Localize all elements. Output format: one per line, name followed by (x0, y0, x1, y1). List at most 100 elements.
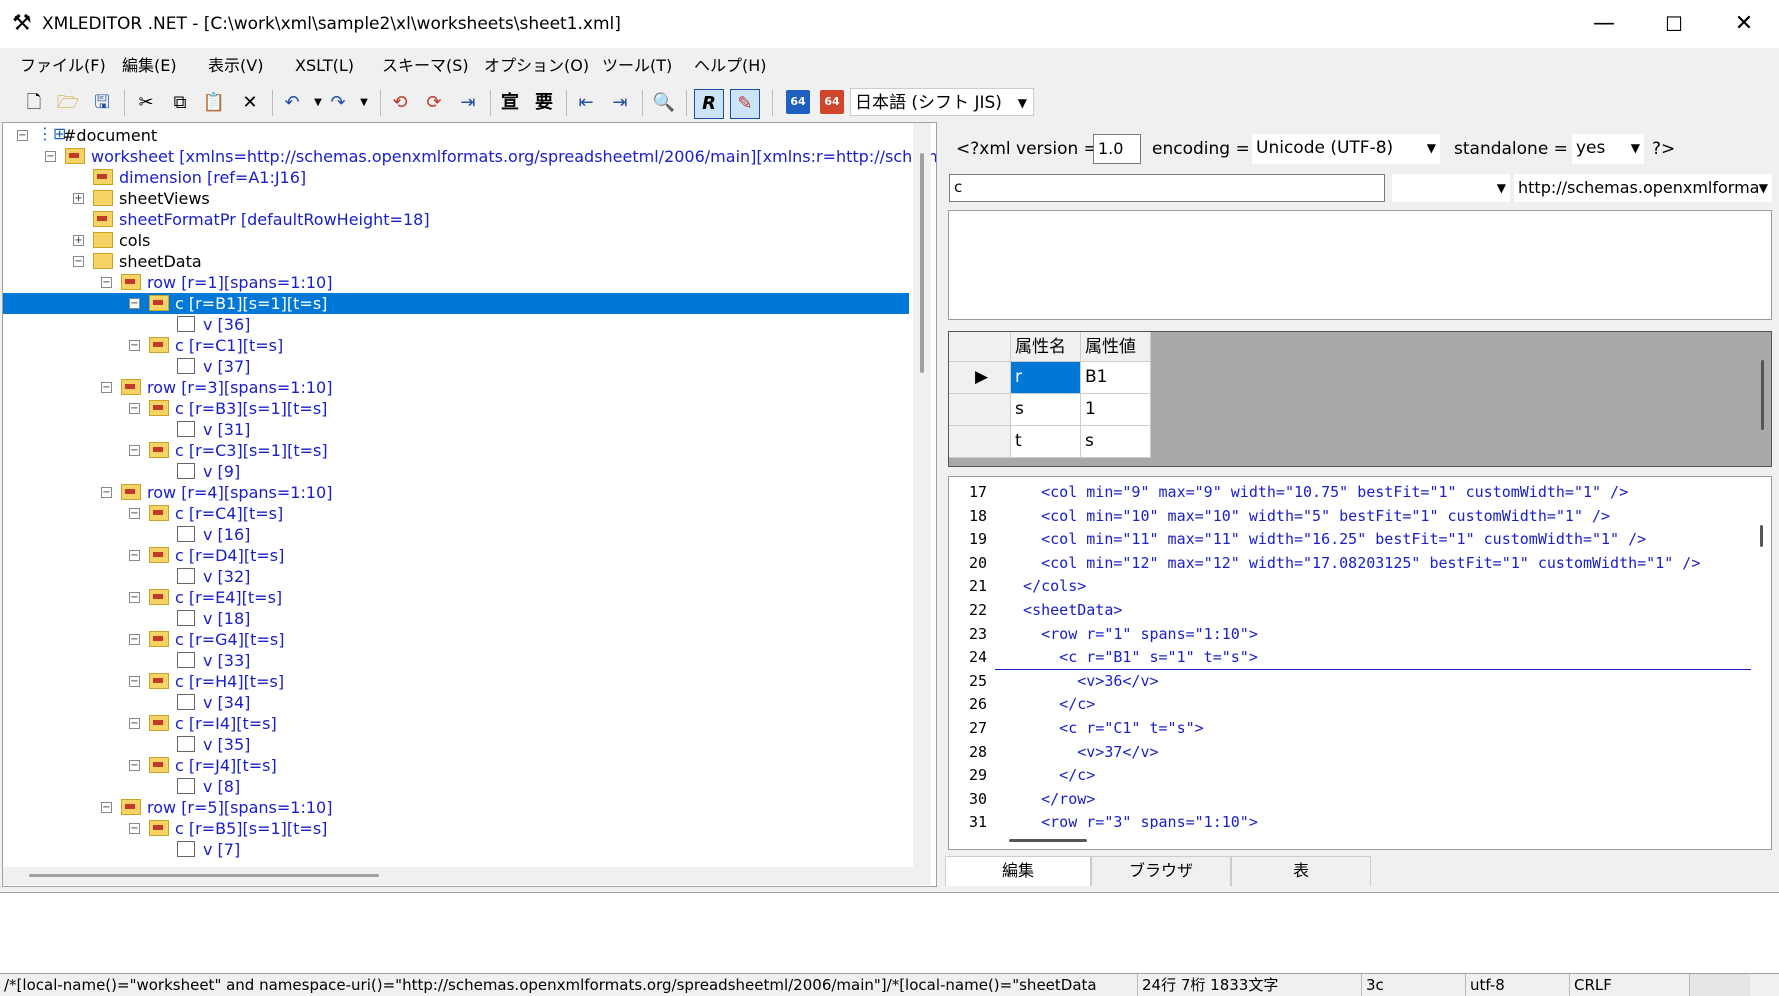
redo-dropdown-icon[interactable]: ▼ (350, 89, 378, 117)
validate-icon[interactable]: ⇥ (454, 89, 482, 117)
tree-node[interactable]: − c [r=E4][t=s] (3, 587, 909, 608)
tab-table[interactable]: 表 (1231, 856, 1371, 886)
code-line[interactable]: </c> (1005, 695, 1095, 713)
attr-name-cell[interactable]: r (1011, 362, 1081, 394)
open-folder-icon[interactable]: 🗁 (54, 89, 82, 117)
tree-node[interactable]: − row [r=3][spans=1:10] (3, 377, 909, 398)
redo-icon[interactable]: ↷ (324, 89, 352, 117)
minimize-button[interactable]: — (1569, 0, 1639, 48)
tree-vertical-scrollbar[interactable] (913, 123, 931, 867)
menu-tools[interactable]: ツール(T) (602, 54, 672, 78)
editor-hscroll-thumb[interactable] (1009, 839, 1087, 842)
code-line[interactable]: <row r="1" spans="1:10"> (1005, 625, 1258, 643)
tree-node[interactable]: + cols (3, 230, 909, 251)
base64-decode-icon[interactable]: 64 (820, 90, 844, 114)
new-file-icon[interactable]: 🗋 (20, 89, 48, 117)
collapse-icon[interactable]: − (73, 256, 84, 267)
close-button[interactable]: ✕ (1709, 0, 1779, 48)
find-icon[interactable]: 🔍 (650, 89, 678, 117)
attr-value-cell[interactable]: B1 (1081, 362, 1151, 394)
undo-icon[interactable]: ↶ (278, 89, 306, 117)
collapse-icon[interactable]: − (129, 298, 140, 309)
code-line[interactable]: <v>37</v> (1005, 743, 1158, 761)
tree-node[interactable]: sheetFormatPr [defaultRowHeight=18] (3, 209, 909, 230)
attr-value-header[interactable]: 属性値 (1081, 332, 1151, 362)
code-line[interactable]: </row> (1005, 790, 1095, 808)
collapse-icon[interactable]: − (129, 508, 140, 519)
tree-node[interactable]: − c [r=D4][t=s] (3, 545, 909, 566)
tree-node[interactable]: − row [r=5][spans=1:10] (3, 797, 909, 818)
collapse-icon[interactable]: − (101, 382, 112, 393)
tree-node[interactable]: v [34] (3, 692, 909, 713)
menu-xslt[interactable]: XSLT(L) (295, 54, 354, 78)
grid-scrollbar[interactable] (1755, 332, 1771, 466)
code-line[interactable]: <v>36</v> (1005, 672, 1158, 690)
delete-icon[interactable]: ✕ (236, 89, 264, 117)
tree-node[interactable]: − c [r=B1][s=1][t=s] (3, 293, 909, 314)
menu-help[interactable]: ヘルプ(H) (694, 54, 767, 78)
tab-browser[interactable]: ブラウザ (1091, 856, 1231, 886)
tree-node[interactable]: − ⋮⊞ #document (3, 125, 909, 146)
collapse-icon[interactable]: − (129, 403, 140, 414)
copy-icon[interactable]: ⧉ (166, 89, 194, 117)
menu-edit[interactable]: 編集(E) (122, 54, 177, 78)
tree-node[interactable]: v [31] (3, 419, 909, 440)
code-line[interactable]: <col min="11" max="11" width="16.25" bes… (1005, 530, 1646, 548)
save-icon[interactable]: 🖫 (88, 89, 116, 117)
row-header[interactable] (949, 394, 1011, 426)
collapse-icon[interactable]: − (101, 802, 112, 813)
tree-scroll-thumb[interactable] (920, 153, 924, 373)
tree-node[interactable]: − row [r=1][spans=1:10] (3, 272, 909, 293)
node-name-input[interactable]: c (949, 174, 1385, 202)
attr-value-cell[interactable]: 1 (1081, 394, 1151, 426)
expand-icon[interactable]: + (73, 235, 84, 246)
menu-view[interactable]: 表示(V) (208, 54, 263, 78)
transform-icon[interactable]: ⟲ (386, 89, 414, 117)
prefix-select[interactable]: ▼ (1392, 174, 1510, 202)
tree-node[interactable]: − c [r=B3][s=1][t=s] (3, 398, 909, 419)
maximize-button[interactable]: ☐ (1639, 0, 1709, 48)
editor-scroll-thumb[interactable] (1760, 525, 1763, 547)
row-header[interactable] (949, 426, 1011, 458)
collapse-icon[interactable]: − (45, 151, 56, 162)
tree-node[interactable]: + sheetViews (3, 188, 909, 209)
xml-encoding-select[interactable]: Unicode (UTF-8) ▼ (1252, 134, 1440, 164)
base64-encode-icon[interactable]: 64 (786, 90, 810, 114)
script-icon[interactable]: ✎ (730, 89, 760, 119)
attr-name-cell[interactable]: s (1011, 394, 1081, 426)
code-line[interactable]: <col min="9" max="9" width="10.75" bestF… (1005, 483, 1628, 501)
tree-node[interactable]: − worksheet [xmlns=http://schemas.openxml… (3, 146, 936, 167)
collapse-icon[interactable]: − (129, 676, 140, 687)
collapse-icon[interactable]: − (129, 823, 140, 834)
tree-node[interactable]: − c [r=C3][s=1][t=s] (3, 440, 909, 461)
cut-icon[interactable]: ✂ (132, 89, 160, 117)
tree-horizontal-scrollbar[interactable] (3, 867, 931, 885)
encoding-select[interactable]: 日本語 (シフト JIS) ▼ (850, 88, 1034, 116)
standalone-select[interactable]: yes ▼ (1572, 134, 1644, 164)
tree-node[interactable]: − c [r=I4][t=s] (3, 713, 909, 734)
code-line[interactable]: <col min="10" max="10" width="5" bestFit… (1005, 507, 1610, 525)
collapse-icon[interactable]: − (129, 550, 140, 561)
expand-icon[interactable]: + (73, 193, 84, 204)
tree-node[interactable]: v [18] (3, 608, 909, 629)
tree-node[interactable]: − c [r=C1][t=s] (3, 335, 909, 356)
tab-edit[interactable]: 編集 (945, 856, 1091, 886)
collapse-icon[interactable]: − (101, 487, 112, 498)
menu-schema[interactable]: スキーマ(S) (382, 54, 469, 78)
attribute-grid[interactable]: 属性名 属性値 ▶ r B1 s 1 t s (948, 331, 1772, 467)
code-line[interactable]: </cols> (1005, 577, 1086, 595)
tree-node[interactable]: − c [r=B5][s=1][t=s] (3, 818, 909, 839)
namespace-select[interactable]: http://schemas.openxmlforma ▼ (1514, 174, 1772, 202)
tree-node[interactable]: v [33] (3, 650, 909, 671)
code-line[interactable]: <col min="12" max="12" width="17.0820312… (1005, 554, 1700, 572)
tree-node[interactable]: v [37] (3, 356, 909, 377)
node-text-area[interactable] (948, 210, 1772, 320)
tree-node[interactable]: − c [r=G4][t=s] (3, 629, 909, 650)
transform2-icon[interactable]: ⟳ (420, 89, 448, 117)
tree-node[interactable]: v [7] (3, 839, 909, 860)
tree-node[interactable]: v [32] (3, 566, 909, 587)
tree-node[interactable]: v [36] (3, 314, 909, 335)
collapse-icon[interactable]: − (129, 445, 140, 456)
collapse-icon[interactable]: − (129, 718, 140, 729)
source-editor[interactable]: 17 <col min="9" max="9" width="10.75" be… (948, 476, 1772, 850)
